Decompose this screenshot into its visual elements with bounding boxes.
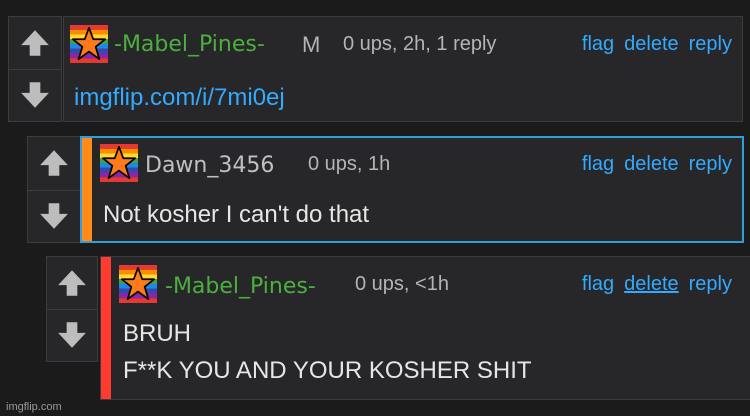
comment-1: -Mabel_Pines- M 0 ups, 2h, 1 reply flag … — [8, 16, 743, 122]
down-arrow-icon — [56, 319, 88, 351]
comment-actions: flag delete reply — [582, 33, 732, 56]
vote-column — [46, 256, 98, 362]
comment-actions: flag delete reply — [582, 153, 732, 176]
reply-link[interactable]: reply — [689, 273, 732, 296]
rainbow-star-avatar-icon[interactable] — [70, 25, 108, 63]
mod-badge: M — [302, 32, 321, 57]
delete-link[interactable]: delete — [624, 273, 679, 296]
flag-link[interactable]: flag — [582, 153, 614, 176]
username[interactable]: -Mabel_Pines- — [114, 32, 265, 57]
vote-column — [8, 16, 62, 122]
upvote-button[interactable] — [9, 17, 61, 70]
comment-text: Not kosher I can't do that — [103, 201, 370, 228]
username[interactable]: -Mabel_Pines- — [165, 274, 316, 299]
reply-link[interactable]: reply — [689, 33, 732, 56]
vote-column — [27, 136, 81, 243]
comment-body: -Mabel_Pines- M 0 ups, 2h, 1 reply flag … — [63, 16, 743, 122]
rainbow-star-avatar-icon[interactable] — [119, 265, 157, 303]
upvote-button[interactable] — [47, 257, 97, 310]
up-arrow-icon — [56, 267, 88, 299]
down-arrow-icon — [38, 200, 70, 232]
comment-body: Dawn_3456 0 ups, 1h flag delete reply No… — [80, 136, 744, 243]
upvote-button[interactable] — [28, 137, 80, 191]
comment-2: Dawn_3456 0 ups, 1h flag delete reply No… — [27, 136, 744, 243]
downvote-button[interactable] — [28, 190, 80, 243]
up-arrow-icon — [19, 27, 51, 59]
thread-accent-bar — [82, 138, 92, 241]
comment-meta: 0 ups, 2h, 1 reply — [343, 33, 497, 55]
comment-body: -Mabel_Pines- 0 ups, <1h flag delete rep… — [100, 256, 750, 400]
flag-link[interactable]: flag — [582, 33, 614, 56]
rainbow-star-avatar-icon[interactable] — [100, 144, 138, 182]
thread-accent-bar — [101, 257, 111, 399]
reply-link[interactable]: reply — [689, 153, 732, 176]
flag-link[interactable]: flag — [582, 273, 614, 296]
delete-link[interactable]: delete — [624, 33, 679, 56]
comment-meta: 0 ups, 1h — [308, 153, 391, 175]
comment-link[interactable]: imgflip.com/i/7mi0ej — [74, 83, 285, 113]
watermark: imgflip.com — [6, 401, 62, 413]
downvote-button[interactable] — [9, 69, 61, 121]
delete-link[interactable]: delete — [624, 153, 679, 176]
comment-meta: 0 ups, <1h — [355, 273, 449, 295]
comment-text-line-2: F**K YOU AND YOUR KOSHER SHIT — [123, 357, 532, 384]
comment-actions: flag delete reply — [582, 273, 732, 296]
down-arrow-icon — [19, 79, 51, 111]
username[interactable]: Dawn_3456 — [145, 153, 274, 178]
comment-text-line-1: BRUH — [123, 320, 192, 347]
up-arrow-icon — [38, 147, 70, 179]
comment-3: -Mabel_Pines- 0 ups, <1h flag delete rep… — [46, 256, 750, 400]
downvote-button[interactable] — [47, 309, 97, 361]
